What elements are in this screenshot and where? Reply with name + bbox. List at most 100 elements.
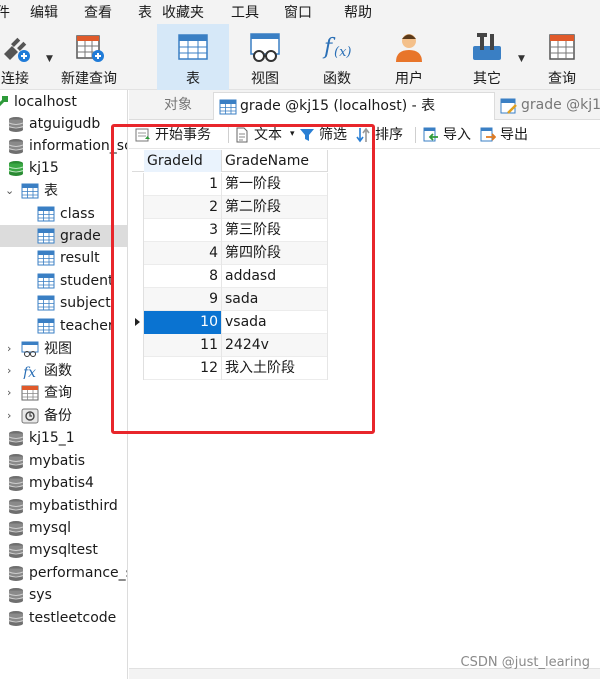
tree-label: mysql [29,520,71,536]
view-button[interactable]: 视图 [232,24,298,90]
table-row[interactable]: 9 sada [132,288,328,311]
new-query-button[interactable]: 新建查询 [58,24,120,90]
table-row[interactable]: 2 第二阶段 [132,196,328,219]
cell-gradename[interactable]: 2424v [222,334,328,357]
filter-button[interactable]: 筛选 [299,125,351,145]
tree-table-class[interactable]: class [0,203,127,225]
table-row[interactable]: 1 第一阶段 [132,173,328,196]
column-header-gradename[interactable]: GradeName [222,150,328,172]
menu-favorites[interactable]: 收藏夹 [162,2,204,22]
tree-table-grade[interactable]: grade [0,225,127,247]
row-indicator[interactable] [132,288,144,311]
tree-group-functions[interactable]: › fx 函数 [0,360,127,382]
tree-label: subject [60,295,111,311]
row-indicator[interactable] [132,311,144,334]
tree-db-mysql[interactable]: mysql [0,517,127,539]
chevron-down-icon[interactable]: ⌄ [5,180,14,202]
tree-table-subject[interactable]: subject [0,292,127,314]
tree-db-mysqltest[interactable]: mysqltest [0,539,127,561]
row-indicator[interactable] [132,334,144,357]
cell-gradeid[interactable]: 9 [144,288,222,311]
cell-gradeid[interactable]: 12 [144,357,222,380]
tree-db-mybatisthird[interactable]: mybatisthird [0,495,127,517]
table-row[interactable]: 11 2424v [132,334,328,357]
query-button[interactable]: 查询 [530,24,594,90]
table-row[interactable]: 12 我入土阶段 [132,357,328,380]
tab-grade-design[interactable]: grade @kj1 [494,92,600,120]
cell-gradeid[interactable]: 8 [144,265,222,288]
other-dropdown-icon[interactable]: ▼ [518,54,525,64]
tree-db-mybatis[interactable]: mybatis [0,450,127,472]
menu-window[interactable]: 窗口 [284,2,312,22]
chevron-right-icon[interactable]: › [7,382,11,404]
cell-gradeid[interactable]: 4 [144,242,222,265]
cell-gradeid[interactable]: 1 [144,173,222,196]
begin-transaction-button[interactable]: 开始事务 [135,125,223,145]
row-indicator[interactable] [132,265,144,288]
tree-db-information-schema[interactable]: information_sc [0,135,127,157]
table-row[interactable]: 8 addasd [132,265,328,288]
tree-db-sys[interactable]: sys [0,584,127,606]
tab-objects[interactable]: 对象 [143,92,213,120]
cell-gradeid[interactable]: 10 [144,311,222,334]
tree-label: performance_s [29,565,128,581]
tree-db-performance-schema[interactable]: performance_s [0,562,128,584]
tree-db-testleetcode[interactable]: testleetcode [0,607,127,629]
sort-button[interactable]: 排序 [355,125,407,145]
row-indicator[interactable] [132,196,144,219]
cell-gradename[interactable]: 第二阶段 [222,196,328,219]
cell-gradename[interactable]: 第一阶段 [222,173,328,196]
chevron-right-icon[interactable]: › [7,338,11,360]
tree-group-tables[interactable]: ⌄ 表 [0,180,127,202]
menu-table[interactable]: 表 [138,2,152,22]
chevron-right-icon[interactable]: › [7,405,11,427]
import-button[interactable]: 导入 [423,125,477,145]
other-button[interactable]: 其它 [454,24,520,90]
menu-view[interactable]: 查看 [84,2,112,22]
cell-gradeid[interactable]: 2 [144,196,222,219]
menu-edit[interactable]: 编辑 [30,2,58,22]
table-row[interactable]: 10 vsada [132,311,328,334]
cell-gradename[interactable]: 我入土阶段 [222,357,328,380]
text-button[interactable]: 文本 ▾ [234,125,296,145]
tree-connection-localhost[interactable]: localhost [0,91,127,113]
tree-db-kj15[interactable]: kj15 [0,157,127,179]
tree-table-teacher[interactable]: teacher [0,315,127,337]
menu-help[interactable]: 帮助 [344,2,372,22]
row-indicator[interactable] [132,242,144,265]
table-group-icon [21,183,39,199]
menu-file[interactable]: 件 [0,2,10,22]
tools-icon [473,33,501,60]
row-indicator[interactable] [132,357,144,380]
tree-db-mybatis4[interactable]: mybatis4 [0,472,127,494]
cell-gradename[interactable]: 第四阶段 [222,242,328,265]
column-header-gradeid[interactable]: GradeId [144,150,222,172]
user-button[interactable]: 用户 [376,24,442,90]
table-button[interactable]: 表 [157,24,229,90]
menu-tools[interactable]: 工具 [231,2,259,22]
tree-group-queries[interactable]: › 查询 [0,382,127,404]
tree-table-student[interactable]: student [0,270,127,292]
cell-gradename[interactable]: addasd [222,265,328,288]
tree-table-result[interactable]: result [0,247,127,269]
connect-dropdown-icon[interactable]: ▼ [46,54,53,64]
cell-gradeid[interactable]: 3 [144,219,222,242]
tree-group-views[interactable]: › 视图 [0,338,127,360]
export-button[interactable]: 导出 [480,125,536,145]
connect-button[interactable]: 连接 [0,24,38,90]
cell-gradename[interactable]: sada [222,288,328,311]
tree-db-kj15-1[interactable]: kj15_1 [0,427,127,449]
cell-gradeid[interactable]: 11 [144,334,222,357]
function-button[interactable]: f (x) 函数 [304,24,370,90]
cell-gradename[interactable]: vsada [222,311,328,334]
row-indicator[interactable] [132,219,144,242]
table-row[interactable]: 3 第三阶段 [132,219,328,242]
tree-db-atguigudb[interactable]: atguigudb [0,113,127,135]
row-indicator[interactable] [132,173,144,196]
table-row[interactable]: 4 第四阶段 [132,242,328,265]
tree-group-backups[interactable]: › 备份 [0,405,127,427]
chevron-right-icon[interactable]: › [7,360,11,382]
tab-grade-table[interactable]: grade @kj15 (localhost) - 表 [213,92,495,120]
text-dropdown-icon[interactable]: ▾ [290,124,295,144]
cell-gradename[interactable]: 第三阶段 [222,219,328,242]
